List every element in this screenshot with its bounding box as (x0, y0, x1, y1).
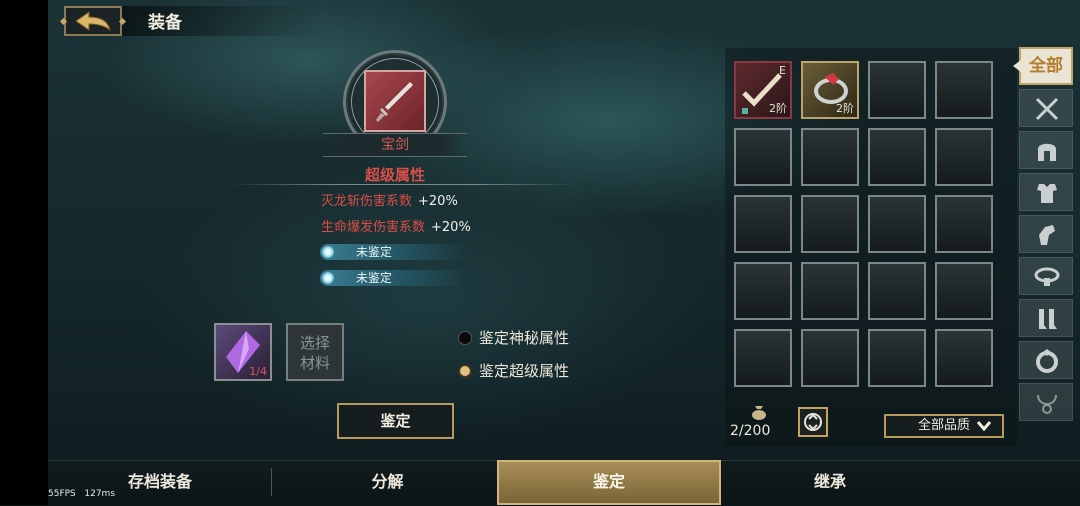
attribute-row: 灭龙斩伤害系数 +20% (321, 190, 458, 209)
back-arrow-icon (75, 11, 111, 32)
inventory-slot[interactable] (801, 128, 859, 186)
inventory-slot[interactable] (868, 262, 926, 320)
orb-icon (322, 272, 334, 284)
section-divider (232, 184, 577, 185)
inventory-slot[interactable] (734, 195, 792, 253)
tab-identify[interactable]: 鉴定 (497, 460, 721, 505)
bag-icon (752, 406, 766, 420)
category-tab-all[interactable]: 全部 (1019, 47, 1073, 85)
inventory-slot[interactable] (868, 195, 926, 253)
inventory-slot[interactable] (734, 262, 792, 320)
sort-button[interactable] (798, 407, 828, 437)
select-material-label: 材料 (299, 354, 330, 372)
crossed-swords-icon (1035, 97, 1059, 121)
letterbox (0, 0, 48, 505)
ring-icon (1036, 349, 1058, 373)
quality-filter-dropdown[interactable]: 全部品质 (884, 414, 1004, 438)
category-tab-helmet[interactable] (1019, 131, 1073, 169)
category-tab-gauntlet[interactable] (1019, 215, 1073, 253)
inventory-slot[interactable] (935, 195, 993, 253)
slot-badge: E (779, 64, 786, 77)
inventory-slot[interactable] (801, 329, 859, 387)
fps-readout: 55FPS (48, 489, 76, 499)
armor-icon (1037, 184, 1057, 203)
slot-level: 2阶 (769, 102, 787, 115)
inventory-slot[interactable] (935, 329, 993, 387)
sort-icon (804, 413, 822, 431)
tab-divider (271, 468, 272, 496)
identify-button[interactable]: 鉴定 (337, 403, 454, 439)
unidentified-attribute: 未鉴定 (320, 270, 466, 286)
super-attributes-title: 超级属性 (364, 166, 425, 184)
inventory-slot[interactable] (801, 262, 859, 320)
option-identify-super[interactable]: 鉴定超级属性 (458, 360, 569, 381)
inventory-slot[interactable] (868, 61, 926, 119)
unidentified-attribute: 未鉴定 (320, 244, 466, 260)
category-tab-boots[interactable] (1019, 299, 1073, 337)
item-name: 宝剑 (323, 133, 467, 157)
attribute-value: +20% (418, 194, 458, 209)
necklace-icon (1037, 394, 1057, 414)
attribute-value: +20% (431, 220, 471, 235)
belt-icon (1034, 267, 1060, 286)
option-label: 鉴定超级属性 (479, 362, 570, 380)
orb-icon (322, 246, 334, 258)
category-tab-ring[interactable] (1019, 341, 1073, 379)
chevron-down-icon (976, 421, 992, 432)
inventory-slot[interactable] (935, 61, 993, 119)
category-tab-belt[interactable] (1019, 257, 1073, 295)
category-tab-armor[interactable] (1019, 173, 1073, 211)
category-tab-necklace[interactable] (1019, 383, 1073, 421)
inventory-slot[interactable] (935, 128, 993, 186)
inventory-capacity: 2/200 (730, 423, 771, 439)
inventory-slot[interactable] (734, 329, 792, 387)
slot-level: 2阶 (836, 102, 854, 115)
option-label: 鉴定神秘属性 (479, 329, 570, 347)
select-material-label: 选择 (299, 334, 330, 352)
tab-pointer-icon (1013, 60, 1021, 72)
sword-icon (376, 82, 413, 122)
equipped-item-slot[interactable] (364, 70, 426, 132)
inventory-slot[interactable] (734, 128, 792, 186)
boots-icon (1039, 309, 1057, 329)
category-tab-weapon[interactable] (1019, 89, 1073, 127)
inventory-slot[interactable]: E 2阶 (734, 61, 792, 119)
page-title: 装备 (148, 13, 182, 33)
debug-overlay: 55FPS 127ms (48, 489, 115, 499)
attribute-name: 灭龙斩伤害系数 (321, 194, 413, 209)
inventory-slot[interactable] (935, 262, 993, 320)
radio-selected-icon[interactable] (458, 363, 472, 378)
material-count: 1/4 (249, 365, 267, 378)
latency-readout: 127ms (84, 489, 116, 499)
back-button[interactable] (64, 6, 122, 36)
unidentified-label: 未鉴定 (356, 245, 393, 259)
inventory-slot[interactable] (868, 329, 926, 387)
helmet-icon (1038, 143, 1056, 161)
tab-inherit[interactable]: 继承 (725, 460, 935, 505)
radio-unselected-icon[interactable] (458, 330, 472, 345)
gauntlet-icon (1039, 225, 1055, 245)
attribute-row: 生命爆发伤害系数 +20% (321, 216, 471, 235)
select-material-slot[interactable]: 选择 材料 (286, 323, 344, 381)
quality-filter-label: 全部品质 (918, 418, 971, 433)
crystal-material-slot[interactable]: 1/4 (214, 323, 272, 381)
inventory-slot[interactable]: 2阶 (801, 61, 859, 119)
tab-decompose[interactable]: 分解 (285, 460, 490, 505)
option-identify-mystic[interactable]: 鉴定神秘属性 (458, 327, 569, 348)
inventory-slot[interactable] (868, 128, 926, 186)
unidentified-label: 未鉴定 (356, 271, 393, 285)
attribute-name: 生命爆发伤害系数 (321, 220, 426, 235)
inventory-slot[interactable] (801, 195, 859, 253)
